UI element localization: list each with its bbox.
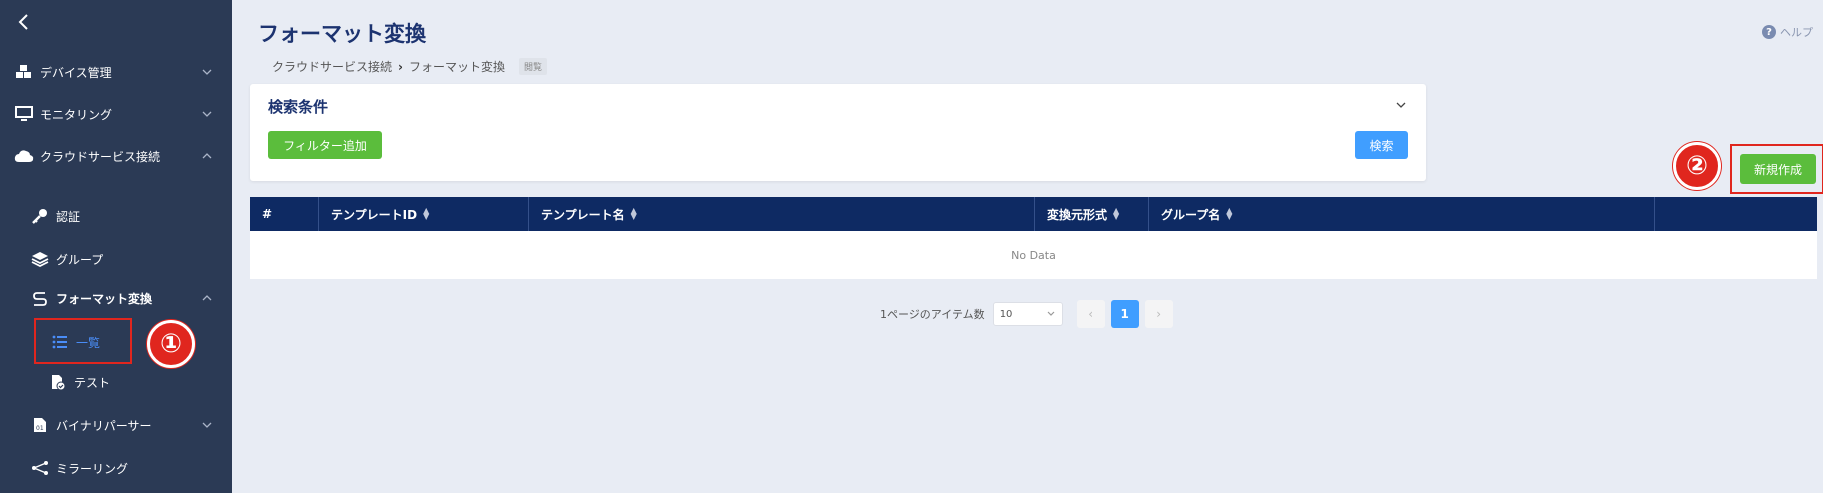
sidebar-item-group[interactable]: グループ bbox=[0, 239, 232, 279]
add-filter-button[interactable]: フィルター追加 bbox=[268, 131, 382, 159]
cloud-icon bbox=[14, 146, 34, 166]
table-empty-state: No Data bbox=[250, 231, 1817, 279]
highlight-box-list bbox=[34, 318, 132, 364]
chevron-down-icon bbox=[202, 69, 212, 75]
svg-text:01: 01 bbox=[36, 425, 44, 432]
layers-icon bbox=[30, 249, 50, 269]
sidebar-item-format-conversion[interactable]: フォーマット変換 bbox=[0, 278, 232, 318]
breadcrumb-item[interactable]: クラウドサービス接続 bbox=[272, 58, 392, 75]
callout-number-2: ② bbox=[1673, 142, 1721, 190]
question-icon: ? bbox=[1762, 25, 1776, 39]
callout-number-1: ① bbox=[147, 320, 195, 368]
next-page-button[interactable]: › bbox=[1144, 300, 1173, 328]
sidebar-item-label: クラウドサービス接続 bbox=[40, 149, 161, 164]
sort-icon: ▲ ▼ bbox=[630, 206, 637, 221]
file-check-icon bbox=[48, 372, 68, 392]
page-title: フォーマット変換 bbox=[258, 22, 426, 46]
chevron-down-icon bbox=[202, 422, 212, 428]
chevron-down-icon bbox=[202, 111, 212, 117]
cubes-icon bbox=[14, 62, 34, 82]
sidebar-item-binary-parser[interactable]: 01 バイナリパーサー bbox=[0, 405, 232, 445]
template-table: # テンプレートID ▲ ▼ テンプレート名 ▲ ▼ 変換元形式 ▲ ▼ グループ名 ▲ ▼ N… bbox=[250, 197, 1817, 279]
sort-icon: ▲ ▼ bbox=[1113, 206, 1120, 221]
chevron-down-icon[interactable] bbox=[1394, 98, 1408, 112]
sidebar-item-label: 認証 bbox=[56, 209, 81, 224]
column-header-group-name[interactable]: グループ名 ▲ ▼ bbox=[1149, 197, 1655, 231]
sort-icon: ▲ ▼ bbox=[423, 206, 430, 221]
search-button[interactable]: 検索 bbox=[1355, 131, 1408, 159]
page-number-button[interactable]: 1 bbox=[1110, 300, 1139, 328]
chevron-up-icon bbox=[202, 153, 212, 159]
chevron-down-icon bbox=[1047, 311, 1055, 316]
breadcrumb: クラウドサービス接続 › フォーマット変換 閲覧 bbox=[272, 58, 547, 75]
column-header-template-id[interactable]: テンプレートID ▲ ▼ bbox=[319, 197, 529, 231]
sidebar-item-cloud-service[interactable]: クラウドサービス接続 bbox=[0, 136, 232, 176]
chevron-right-icon: › bbox=[398, 59, 403, 74]
sidebar-item-label: バイナリパーサー bbox=[56, 418, 152, 433]
sidebar-item-test[interactable]: テスト bbox=[0, 362, 232, 402]
chevron-up-icon bbox=[202, 295, 212, 301]
sidebar: デバイス管理 モニタリング クラウドサービス接続 認証 グループ フォーマット変… bbox=[0, 0, 232, 493]
status-badge: 閲覧 bbox=[518, 58, 547, 75]
breadcrumb-item: フォーマット変換 bbox=[408, 60, 505, 74]
per-page-select[interactable]: 10 bbox=[992, 302, 1063, 326]
per-page-label: 1ページのアイテム数 bbox=[880, 308, 985, 321]
column-header-index: # bbox=[250, 197, 319, 231]
help-link[interactable]: ? ヘルプ bbox=[1762, 24, 1813, 40]
sidebar-item-mirroring[interactable]: ミラーリング bbox=[0, 448, 232, 488]
sidebar-item-label: テスト bbox=[74, 375, 111, 390]
table-header: # テンプレートID ▲ ▼ テンプレート名 ▲ ▼ 変換元形式 ▲ ▼ グループ名 ▲ ▼ bbox=[250, 197, 1817, 231]
sidebar-item-label: グループ bbox=[56, 252, 104, 267]
share-icon bbox=[30, 458, 50, 478]
monitor-icon bbox=[14, 104, 34, 124]
column-header-template-name[interactable]: テンプレート名 ▲ ▼ bbox=[529, 197, 1035, 231]
column-header-source-format[interactable]: 変換元形式 ▲ ▼ bbox=[1035, 197, 1149, 231]
sort-icon: ▲ ▼ bbox=[1226, 206, 1233, 221]
new-create-button[interactable]: 新規作成 bbox=[1740, 154, 1816, 184]
sidebar-item-label: フォーマット変換 bbox=[56, 291, 153, 306]
key-icon bbox=[30, 206, 50, 226]
sidebar-item-label: モニタリング bbox=[40, 107, 113, 122]
binary-file-icon: 01 bbox=[30, 415, 50, 435]
sidebar-item-label: デバイス管理 bbox=[40, 65, 112, 80]
sidebar-item-device-management[interactable]: デバイス管理 bbox=[0, 52, 232, 92]
sidebar-item-auth[interactable]: 認証 bbox=[0, 196, 232, 236]
help-label: ヘルプ bbox=[1780, 26, 1813, 39]
column-header-actions bbox=[1655, 197, 1817, 231]
search-panel: 検索条件 フィルター追加 検索 bbox=[250, 84, 1426, 181]
sidebar-item-label: ミラーリング bbox=[56, 461, 129, 476]
pagination: 1ページのアイテム数 10 ‹ 1 › bbox=[880, 300, 1173, 328]
chevron-left-icon[interactable] bbox=[14, 12, 34, 32]
per-page-value: 10 bbox=[999, 308, 1013, 320]
sidebar-item-monitoring[interactable]: モニタリング bbox=[0, 94, 232, 134]
prev-page-button[interactable]: ‹ bbox=[1076, 300, 1105, 328]
route-icon bbox=[30, 288, 50, 308]
search-panel-title: 検索条件 bbox=[268, 98, 329, 116]
